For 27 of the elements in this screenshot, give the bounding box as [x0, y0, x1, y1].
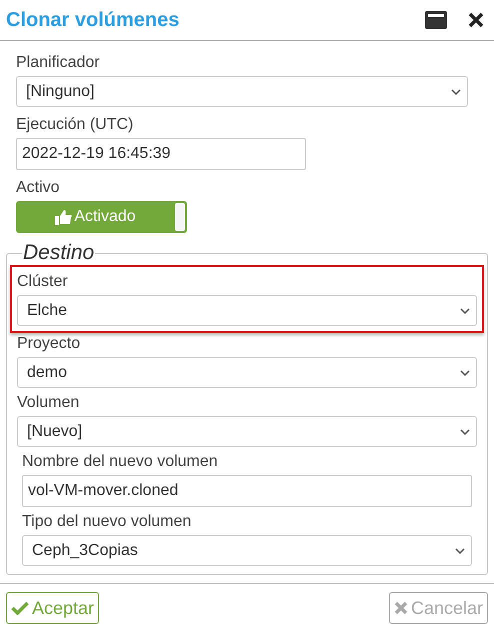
- field-label: Tipo del nuevo volumen: [22, 512, 192, 532]
- chevron-down-icon: [460, 428, 470, 434]
- field-label: Activo: [16, 178, 61, 198]
- dropdown[interactable]: [Ninguno]: [16, 76, 468, 107]
- dropdown[interactable]: demo: [17, 357, 477, 388]
- dropdown[interactable]: [Nuevo]: [17, 416, 477, 447]
- maximize-icon[interactable]: [424, 10, 448, 30]
- dropdown[interactable]: Elche: [17, 295, 477, 326]
- close-icon: [394, 601, 408, 615]
- dropdown[interactable]: Ceph_3Copias: [22, 535, 472, 566]
- input-field[interactable]: vol-VM-mover.cloned: [22, 475, 472, 507]
- field-label: Clúster: [17, 272, 69, 292]
- field-label: Planificador: [16, 53, 101, 73]
- chevron-down-icon: [455, 548, 465, 554]
- field-label: Volumen: [17, 393, 80, 413]
- window-title: Clonar volúmenes: [6, 8, 180, 33]
- input-field[interactable]: 2022-12-19 16:45:39: [16, 138, 306, 170]
- chevron-down-icon: [460, 370, 470, 376]
- close-icon[interactable]: [468, 12, 484, 28]
- chevron-down-icon: [460, 308, 470, 314]
- field-label: Proyecto: [17, 334, 82, 354]
- checkmark-icon: [11, 601, 29, 615]
- thumbs-up-icon: [55, 209, 72, 225]
- field-label: Ejecución (UTC): [16, 115, 134, 135]
- section-legend: Destino: [22, 241, 96, 265]
- field-label: Nombre del nuevo volumen: [22, 452, 219, 472]
- chevron-down-icon: [451, 88, 461, 94]
